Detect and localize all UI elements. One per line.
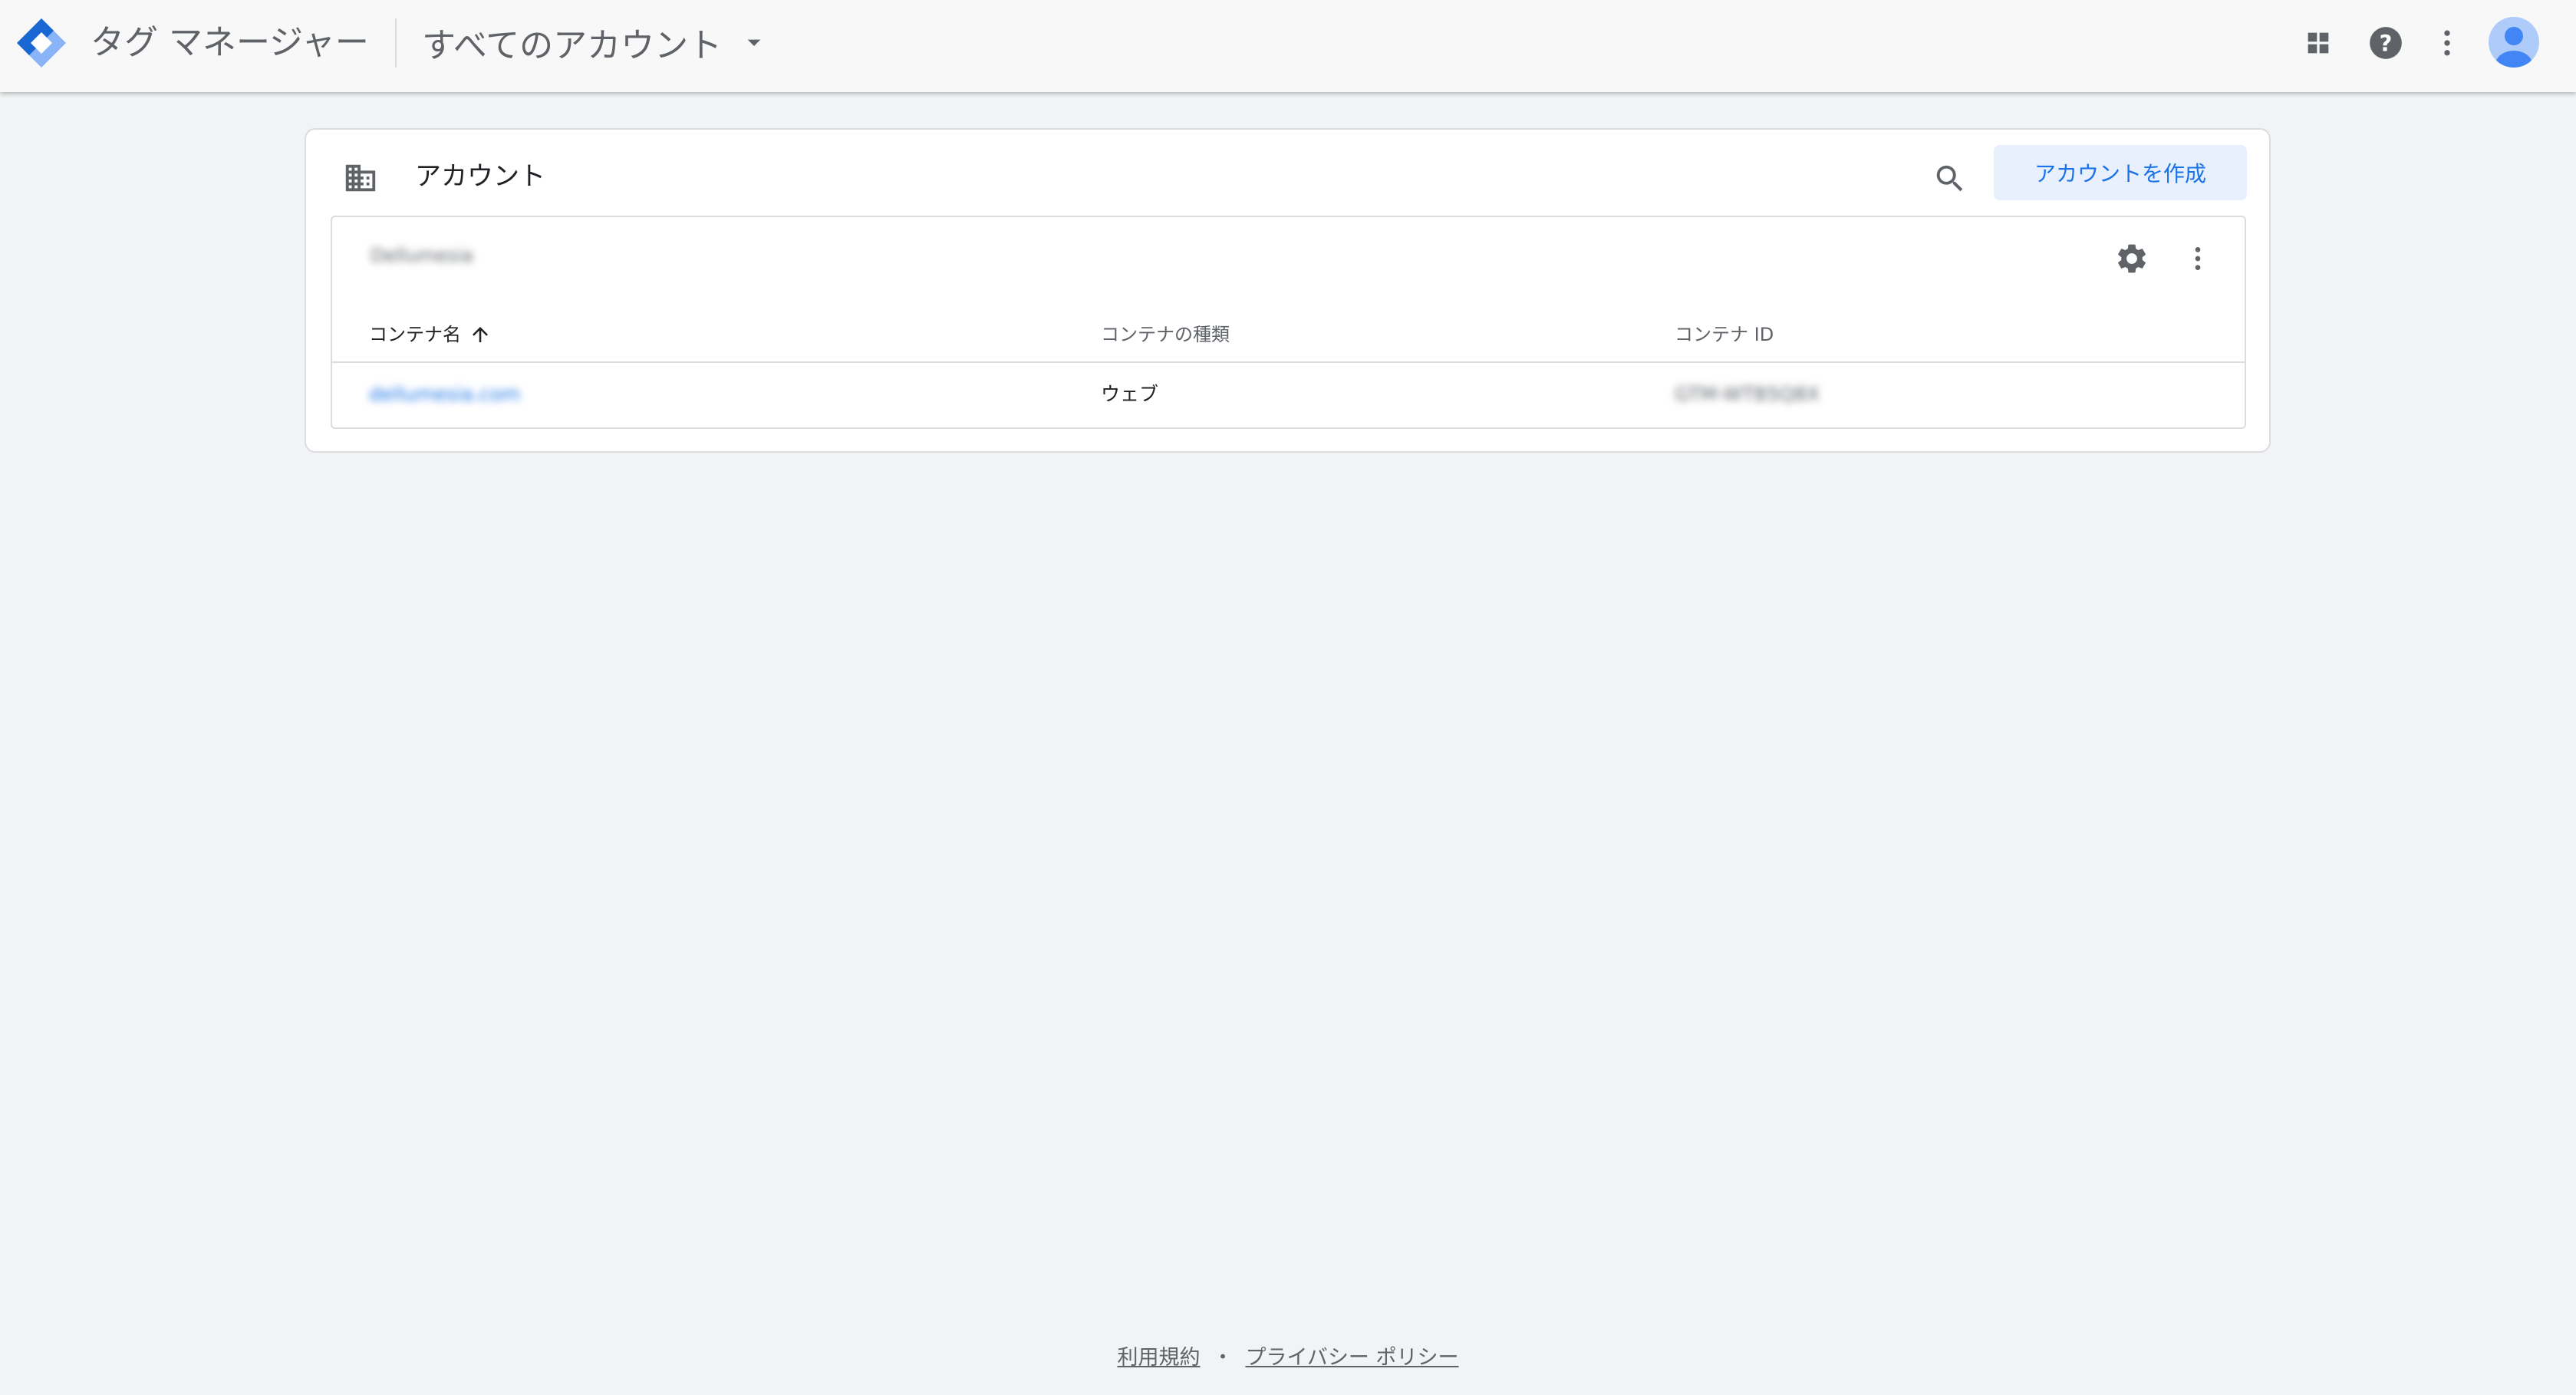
product-name[interactable]: タグ マネージャー xyxy=(91,20,369,66)
column-header-label: コンテナ名 xyxy=(369,324,461,345)
create-account-button[interactable]: アカウントを作成 xyxy=(1994,145,2247,200)
container-id: GTM-WTB5Q8X xyxy=(1675,383,1820,405)
svg-text:?: ? xyxy=(2380,30,2393,56)
table-row: dellumesia.com ウェブ GTM-WTB5Q8X xyxy=(332,363,2245,427)
privacy-policy-link[interactable]: プライバシー ポリシー xyxy=(1245,1341,1458,1370)
column-header-container-id[interactable]: コンテナ ID xyxy=(1675,322,1774,348)
account-name[interactable]: Dellumesia xyxy=(371,245,486,269)
search-icon[interactable] xyxy=(1930,159,1970,199)
container-table-header: コンテナ名 コンテナの種類 コンテナ ID xyxy=(332,305,2245,363)
domain-building-icon xyxy=(345,164,376,192)
arrow-up-icon xyxy=(473,327,488,342)
card-title: アカウント xyxy=(415,161,545,192)
gear-icon[interactable] xyxy=(2112,239,2152,279)
column-header-container-type[interactable]: コンテナの種類 xyxy=(1101,322,1230,348)
account-more-vert-icon[interactable] xyxy=(2178,239,2218,279)
account-panel: Dellumesia コンテナ名 コンテナの種類 コンテナ ID dellume… xyxy=(331,216,2246,429)
terms-link[interactable]: 利用規約 xyxy=(1117,1341,1200,1370)
app-bar-divider xyxy=(395,18,397,68)
account-switcher-label: すべてのアカウント xyxy=(422,26,723,65)
account-switcher[interactable]: すべてのアカウント xyxy=(422,17,769,68)
account-avatar[interactable] xyxy=(2489,17,2539,68)
footer: 利用規約 ・ プライバシー ポリシー xyxy=(0,1338,2576,1372)
caret-down-icon xyxy=(747,39,761,46)
help-circle-icon[interactable]: ? xyxy=(2364,21,2407,64)
container-type: ウェブ xyxy=(1101,383,1159,405)
column-header-container-name[interactable]: コンテナ名 xyxy=(369,322,492,348)
more-vert-icon[interactable] xyxy=(2426,21,2469,64)
apps-grid-icon[interactable] xyxy=(2297,21,2340,64)
footer-separator: ・ xyxy=(1212,1345,1234,1370)
app-bar: タグ マネージャー すべてのアカウント ? xyxy=(0,0,2576,92)
tag-manager-logo[interactable] xyxy=(15,17,68,69)
accounts-card: アカウント アカウントを作成 Dellumesia コンテナ名 コンテナの種類 … xyxy=(305,128,2271,453)
container-name-link[interactable]: dellumesia.com xyxy=(369,381,520,407)
